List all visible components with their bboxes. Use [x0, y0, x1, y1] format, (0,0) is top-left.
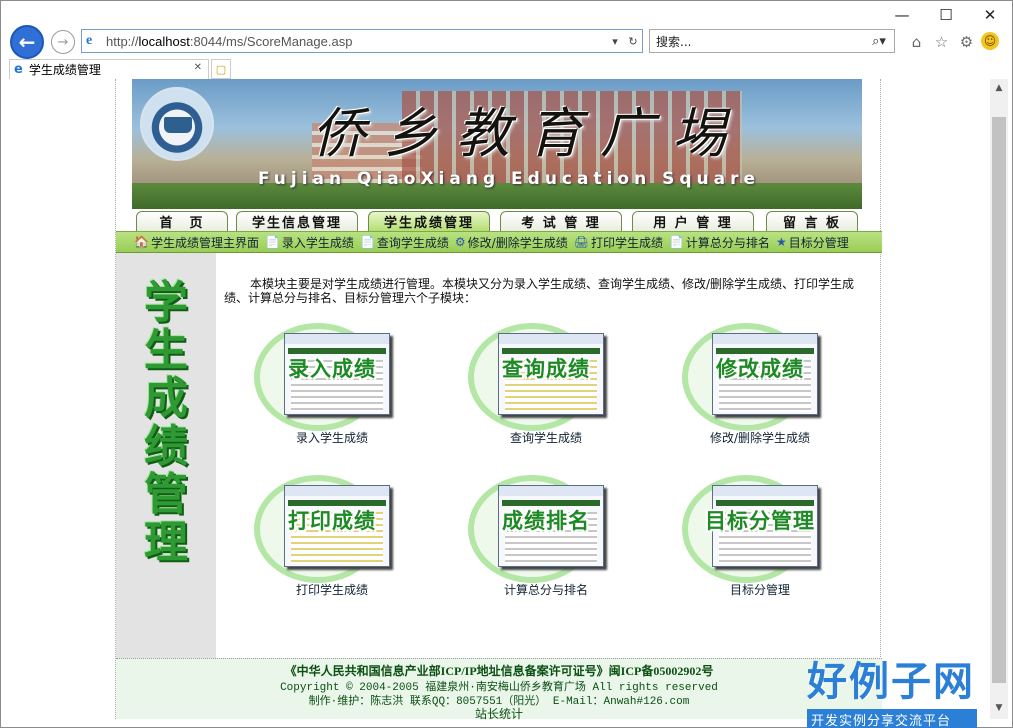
- nav-message-board[interactable]: 留 言 板: [766, 211, 858, 231]
- intro-text: 本模块主要是对学生成绩进行管理。本模块又分为录入学生成绩、查询学生成绩、修改/删…: [224, 277, 864, 305]
- refresh-icon[interactable]: ↻: [624, 35, 642, 48]
- watermark-tagline: 开发实例分享交流平台: [807, 709, 977, 728]
- module-enter-scores[interactable]: 录入成绩 录入学生成绩: [246, 317, 418, 447]
- sidebar-char: 生: [144, 325, 188, 376]
- module-edit-scores[interactable]: 修改成绩 修改/删除学生成绩: [674, 317, 846, 447]
- subnav-item-main[interactable]: 🏠 学生成绩管理主界面: [134, 234, 259, 251]
- module-caption-link[interactable]: 修改/删除学生成绩: [674, 429, 846, 446]
- star-icon: ★: [775, 235, 787, 249]
- address-url[interactable]: http://localhost:8044/ms/ScoreManage.asp: [106, 34, 606, 49]
- nav-home[interactable]: 首 页: [136, 211, 228, 231]
- intro-line: 本模块主要是对学生成绩进行管理。本模块又分为录入学生成绩、查询学生成绩、修改/删…: [250, 277, 855, 291]
- ie-logo-icon: e: [86, 33, 93, 48]
- feedback-smiley-icon[interactable]: ☺: [981, 32, 999, 50]
- forward-arrow-icon: →: [57, 34, 69, 50]
- new-tab-icon: ▢: [215, 62, 227, 76]
- module-caption-link[interactable]: 目标分管理: [674, 581, 846, 598]
- school-logo-icon: [140, 87, 214, 161]
- document-icon: 📄: [359, 235, 375, 249]
- nav-user-management[interactable]: 用 户 管 理: [632, 211, 754, 231]
- module-label: 查询成绩: [502, 357, 590, 381]
- new-tab-button[interactable]: ▢: [211, 59, 231, 79]
- module-label: 成绩排名: [502, 509, 590, 533]
- scroll-thumb[interactable]: [992, 117, 1006, 683]
- module-label: 修改成绩: [716, 357, 804, 381]
- subnav-item-rank[interactable]: 📄 计算总分与排名: [669, 234, 770, 251]
- banner-subtitle: Fujian QiaoXiang Education Square: [258, 169, 761, 189]
- banner-title: 侨乡教育广埸: [312, 102, 744, 165]
- nav-score-management[interactable]: 学生成绩管理: [368, 211, 490, 231]
- module-query-scores[interactable]: 查询成绩 查询学生成绩: [460, 317, 632, 447]
- tab-title: 学生成绩管理: [28, 63, 101, 77]
- forward-button[interactable]: →: [51, 30, 75, 54]
- search-box[interactable]: 搜索... ⌕▾: [649, 29, 895, 53]
- site-banner: 侨乡教育广埸 Fujian QiaoXiang Education Square: [132, 79, 862, 209]
- browser-tab[interactable]: e 学生成绩管理 ✕: [9, 59, 209, 79]
- watermark-title: 好例子网: [807, 659, 975, 705]
- page-viewport: 侨乡教育广埸 Fujian QiaoXiang Education Square…: [7, 79, 990, 722]
- subnav-item-query[interactable]: 📄 查询学生成绩: [360, 234, 449, 251]
- subnav-item-enter[interactable]: 📄 录入学生成绩: [265, 234, 354, 251]
- search-input[interactable]: 搜索...: [650, 33, 864, 50]
- search-icon[interactable]: ⌕▾: [864, 34, 894, 49]
- module-caption-link[interactable]: 查询学生成绩: [460, 429, 632, 446]
- ie-tab-icon: e: [14, 62, 23, 77]
- tab-close-icon[interactable]: ✕: [194, 62, 202, 73]
- module-target-scores[interactable]: 目标分管理 目标分管理: [674, 469, 846, 599]
- tab-strip: e 学生成绩管理 ✕ ▢: [1, 59, 1012, 79]
- document-icon: 📄: [264, 235, 280, 249]
- tools-icon: ⚙: [454, 235, 466, 249]
- dropdown-arrow-icon[interactable]: ▾: [606, 35, 624, 48]
- module-caption-link[interactable]: 打印学生成绩: [246, 581, 418, 598]
- home-icon[interactable]: ⌂: [906, 31, 927, 52]
- favorites-star-icon[interactable]: ☆: [931, 31, 952, 52]
- printer-icon: 🖨: [573, 235, 589, 249]
- home-icon: 🏠: [134, 235, 149, 249]
- nav-exam-management[interactable]: 考 试 管 理: [500, 211, 622, 231]
- module-rank-scores[interactable]: 成绩排名 计算总分与排名: [460, 469, 632, 599]
- sidebar-char: 管: [144, 469, 188, 520]
- sidebar-title: 学 生 成 绩 管 理: [116, 253, 216, 658]
- scroll-down-icon[interactable]: ▼: [990, 699, 1008, 717]
- module-label: 目标分管理: [705, 509, 815, 533]
- footer-stats-link[interactable]: 站长统计: [116, 705, 882, 722]
- sidebar-char: 学: [144, 277, 188, 328]
- scroll-up-icon[interactable]: ▲: [990, 79, 1008, 97]
- module-caption-link[interactable]: 录入学生成绩: [246, 429, 418, 446]
- browser-window: — ☐ ✕ ← → e http://localhost:8044/ms/Sco…: [0, 0, 1013, 728]
- book-icon: [164, 117, 192, 133]
- back-button[interactable]: ←: [10, 25, 44, 59]
- address-bar[interactable]: e http://localhost:8044/ms/ScoreManage.a…: [81, 29, 643, 53]
- module-label: 录入成绩: [288, 357, 376, 381]
- vertical-scrollbar[interactable]: ▲ ▼: [990, 79, 1008, 719]
- document-icon: 📄: [668, 235, 684, 249]
- back-arrow-icon: ←: [18, 30, 36, 54]
- main-nav: 首 页 学生信息管理 学生成绩管理 考 试 管 理 用 户 管 理 留 言 板: [132, 209, 862, 231]
- nav-student-info[interactable]: 学生信息管理: [236, 211, 358, 231]
- module-print-scores[interactable]: 打印成绩 打印学生成绩: [246, 469, 418, 599]
- page-footer: 《中华人民共和国信息产业部ICP/IP地址信息备案许可证号》闽ICP备05002…: [116, 658, 882, 722]
- watermark-logo: 好例子网 开发实例分享交流平台: [807, 649, 977, 728]
- module-label: 打印成绩: [288, 509, 376, 533]
- intro-line: 绩、计算总分与排名、目标分管理六个子模块：: [224, 291, 477, 305]
- browser-toolbar: ← → e http://localhost:8044/ms/ScoreMana…: [1, 25, 1012, 59]
- subnav-item-edit[interactable]: ⚙ 修改/删除学生成绩: [455, 234, 568, 251]
- subnav-item-print[interactable]: 🖨 打印学生成绩: [574, 234, 663, 251]
- module-caption-link[interactable]: 计算总分与排名: [460, 581, 632, 598]
- footer-icp[interactable]: 《中华人民共和国信息产业部ICP/IP地址信息备案许可证号》闽ICP备05002…: [116, 662, 882, 679]
- subnav-item-target[interactable]: ★ 目标分管理: [776, 234, 849, 251]
- sidebar-char: 成: [144, 373, 188, 424]
- sidebar-char: 绩: [144, 421, 188, 472]
- settings-gear-icon[interactable]: ⚙: [956, 31, 977, 52]
- page-content: 侨乡教育广埸 Fujian QiaoXiang Education Square…: [115, 79, 882, 722]
- sidebar-char: 理: [144, 517, 188, 568]
- sub-nav: 🏠 学生成绩管理主界面 📄 录入学生成绩 📄 查询学生成绩 ⚙ 修改/删除学生成绩 🖨 打…: [116, 231, 882, 253]
- module-grid: 录入成绩 录入学生成绩 查询成绩 查询学生成绩 修改成绩 修改/删除学生成绩 打…: [246, 317, 866, 647]
- toolbar-icons: ⌂ ☆ ⚙ ☺: [906, 31, 999, 52]
